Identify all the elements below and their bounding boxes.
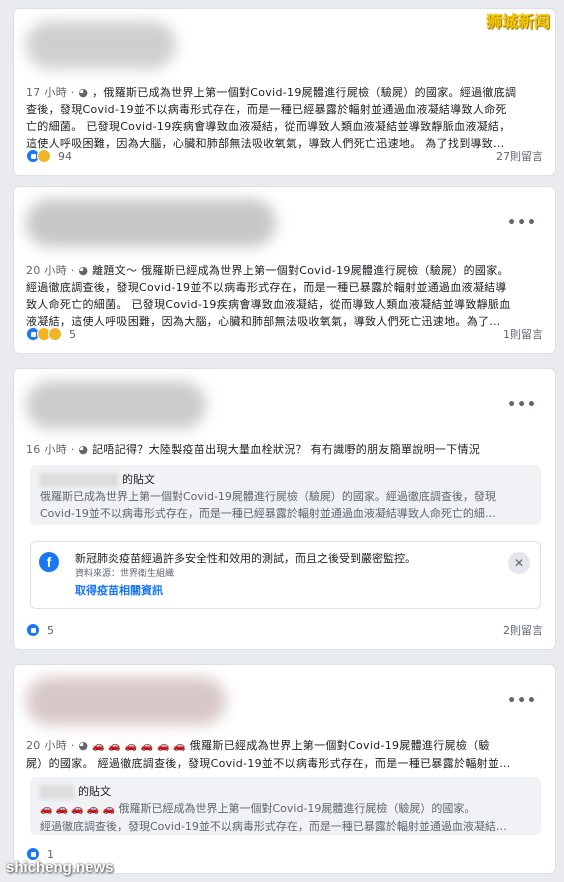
- post-card-3: ••• 16 小時 · ◕ 記唔記得？大陸製疫苗出現大量血栓狀況？ 有冇識嘢的朋…: [13, 368, 556, 650]
- car-emoji-row: 🚗 🚗 🚗 🚗 🚗 🚗: [92, 741, 186, 752]
- shared-post-quote[interactable]: 的貼文 俄羅斯已成為世界上第一個對Covid-19屍體進行屍檢（驗屍）的國家。經…: [30, 465, 541, 525]
- quote-text-line: 經過徹底調查後，發現Covid-19並不以病毒形式存在，而是一種已暴露於輻射並通…: [40, 820, 507, 833]
- comment-count[interactable]: 27則留言: [496, 148, 543, 164]
- post-card-2: ••• 20 小時 · ◕ 離題文～ 俄羅斯已經成為世界上第一個對Covid-1…: [13, 186, 556, 354]
- angry-reaction-icon[interactable]: [48, 327, 62, 341]
- shared-post-label: 的貼文: [122, 473, 155, 486]
- post-text-line: 俄羅斯已經成為世界上第一個對Covid-19屍體進行屍檢（驗屍）的國家。: [141, 264, 509, 277]
- post-card-4: ••• 20 小時 · ◕ 🚗 🚗 🚗 🚗 🚗 🚗 俄羅斯已經成為世界上第一個對…: [13, 664, 556, 874]
- post-text-line: 亡的細菌。 已發現Covid-19疾病會導致血液凝結，從而導致人類血液凝結並導致…: [26, 120, 511, 133]
- comment-count[interactable]: 1則留言: [503, 326, 543, 342]
- comment-count[interactable]: 2則留言: [503, 622, 543, 638]
- blurred-profile: [26, 21, 176, 69]
- post-text-line: 屍）的國家。 經過徹底調查後，發現Covid-19並不以病毒形式存在，而是一種已…: [26, 757, 511, 770]
- globe-icon: ◕: [78, 264, 89, 277]
- post-timestamp[interactable]: 20 小時: [26, 739, 67, 752]
- post-timestamp[interactable]: 20 小時: [26, 264, 67, 277]
- separator: ·: [70, 86, 75, 99]
- post-prefix: 離題文～: [92, 264, 138, 277]
- post-timestamp[interactable]: 17 小時: [26, 86, 67, 99]
- watermark-top: 狮城新闻: [485, 12, 550, 31]
- blurred-author: [40, 473, 118, 487]
- post-text-line: 俄羅斯已經成為世界上第一個對Covid-19屍體進行屍檢（驗: [189, 739, 490, 752]
- blurred-profile: [26, 199, 276, 247]
- vaccine-info-link[interactable]: 取得疫苗相關資訊: [75, 582, 163, 598]
- blurred-profile: [26, 381, 206, 429]
- post-footer: 5 1則留言: [26, 325, 543, 343]
- post-footer: 5 2則留言: [26, 621, 543, 639]
- post-text: 記唔記得？大陸製疫苗出現大量血栓狀況？ 有冇識嘢的朋友簡單說明一下情況: [92, 443, 481, 456]
- quote-text-line: 俄羅斯已經成為世界上第一個對Covid-19屍體進行屍檢（驗屍）的國家。: [118, 802, 476, 815]
- notice-title: 新冠肺炎疫苗經過許多安全性和效用的測試，而且之後受到嚴密監控。: [75, 552, 416, 565]
- post-text-line: ，俄羅斯已成為世界上第一個對Covid-19屍體進行屍檢（驗屍）的國家。經過徹底…: [92, 86, 517, 99]
- like-reaction-icon[interactable]: [26, 623, 40, 637]
- post-text-line: 查後，發現Covid-19並不以病毒形式存在，而是一種已經暴露於輻射並通過血液凝…: [26, 103, 507, 116]
- post-body: 20 小時 · ◕ 離題文～ 俄羅斯已經成為世界上第一個對Covid-19屍體進…: [26, 262, 546, 330]
- reaction-count[interactable]: 94: [58, 150, 72, 163]
- post-text-line: 經過徹底調查後，發現Covid-19並不以病毒形式存在，而是一種已暴露於輻射並通…: [26, 281, 507, 294]
- shared-post-quote[interactable]: 的貼文 🚗 🚗 🚗 🚗 🚗 俄羅斯已經成為世界上第一個對Covid-19屍體進行…: [30, 777, 541, 835]
- separator: ·: [70, 739, 75, 752]
- reaction-count[interactable]: 5: [69, 328, 76, 341]
- watermark-bottom: shicheng.news: [6, 859, 114, 876]
- shared-post-label: 的貼文: [78, 785, 111, 798]
- reaction-count[interactable]: 5: [47, 624, 54, 637]
- car-emoji-row: 🚗 🚗 🚗 🚗 🚗: [40, 804, 115, 815]
- quote-text-line: Covid-19並不以病毒形式存在，而是一種已經暴露於輻射並通過血液凝結導致人命…: [40, 507, 496, 520]
- more-options-icon[interactable]: •••: [507, 215, 537, 231]
- covid-info-notice: f 新冠肺炎疫苗經過許多安全性和效用的測試，而且之後受到嚴密監控。 資料來源：世…: [30, 541, 541, 609]
- post-card-1: 17 小時 · ◕ ，俄羅斯已成為世界上第一個對Covid-19屍體進行屍檢（驗…: [13, 8, 556, 176]
- quote-text-line: 俄羅斯已成為世界上第一個對Covid-19屍體進行屍檢（驗屍）的國家。經過徹底調…: [40, 490, 496, 503]
- post-footer: 94 27則留言: [26, 147, 543, 165]
- post-text-line: 致人命死亡的細菌。 已發現Covid-19疾病會導致血液凝結，從而導致人類血液凝…: [26, 298, 511, 311]
- separator: ·: [70, 264, 75, 277]
- blurred-author: [40, 785, 74, 799]
- globe-icon: ◕: [78, 443, 89, 456]
- facebook-icon: f: [39, 552, 59, 572]
- separator: ·: [70, 443, 75, 456]
- post-body: 20 小時 · ◕ 🚗 🚗 🚗 🚗 🚗 🚗 俄羅斯已經成為世界上第一個對Covi…: [26, 737, 546, 772]
- blurred-profile: [26, 677, 226, 725]
- notice-source: 資料來源：世界衛生組織: [75, 569, 175, 579]
- more-options-icon[interactable]: •••: [507, 693, 537, 709]
- close-icon[interactable]: ✕: [508, 552, 530, 574]
- post-body: 17 小時 · ◕ ，俄羅斯已成為世界上第一個對Covid-19屍體進行屍檢（驗…: [26, 84, 546, 152]
- globe-icon: ◕: [78, 86, 89, 99]
- post-timestamp[interactable]: 16 小時: [26, 443, 67, 456]
- globe-icon: ◕: [78, 739, 89, 752]
- more-options-icon[interactable]: •••: [507, 397, 537, 413]
- post-body: 16 小時 · ◕ 記唔記得？大陸製疫苗出現大量血栓狀況？ 有冇識嘢的朋友簡單說…: [26, 441, 546, 458]
- angry-reaction-icon[interactable]: [37, 149, 51, 163]
